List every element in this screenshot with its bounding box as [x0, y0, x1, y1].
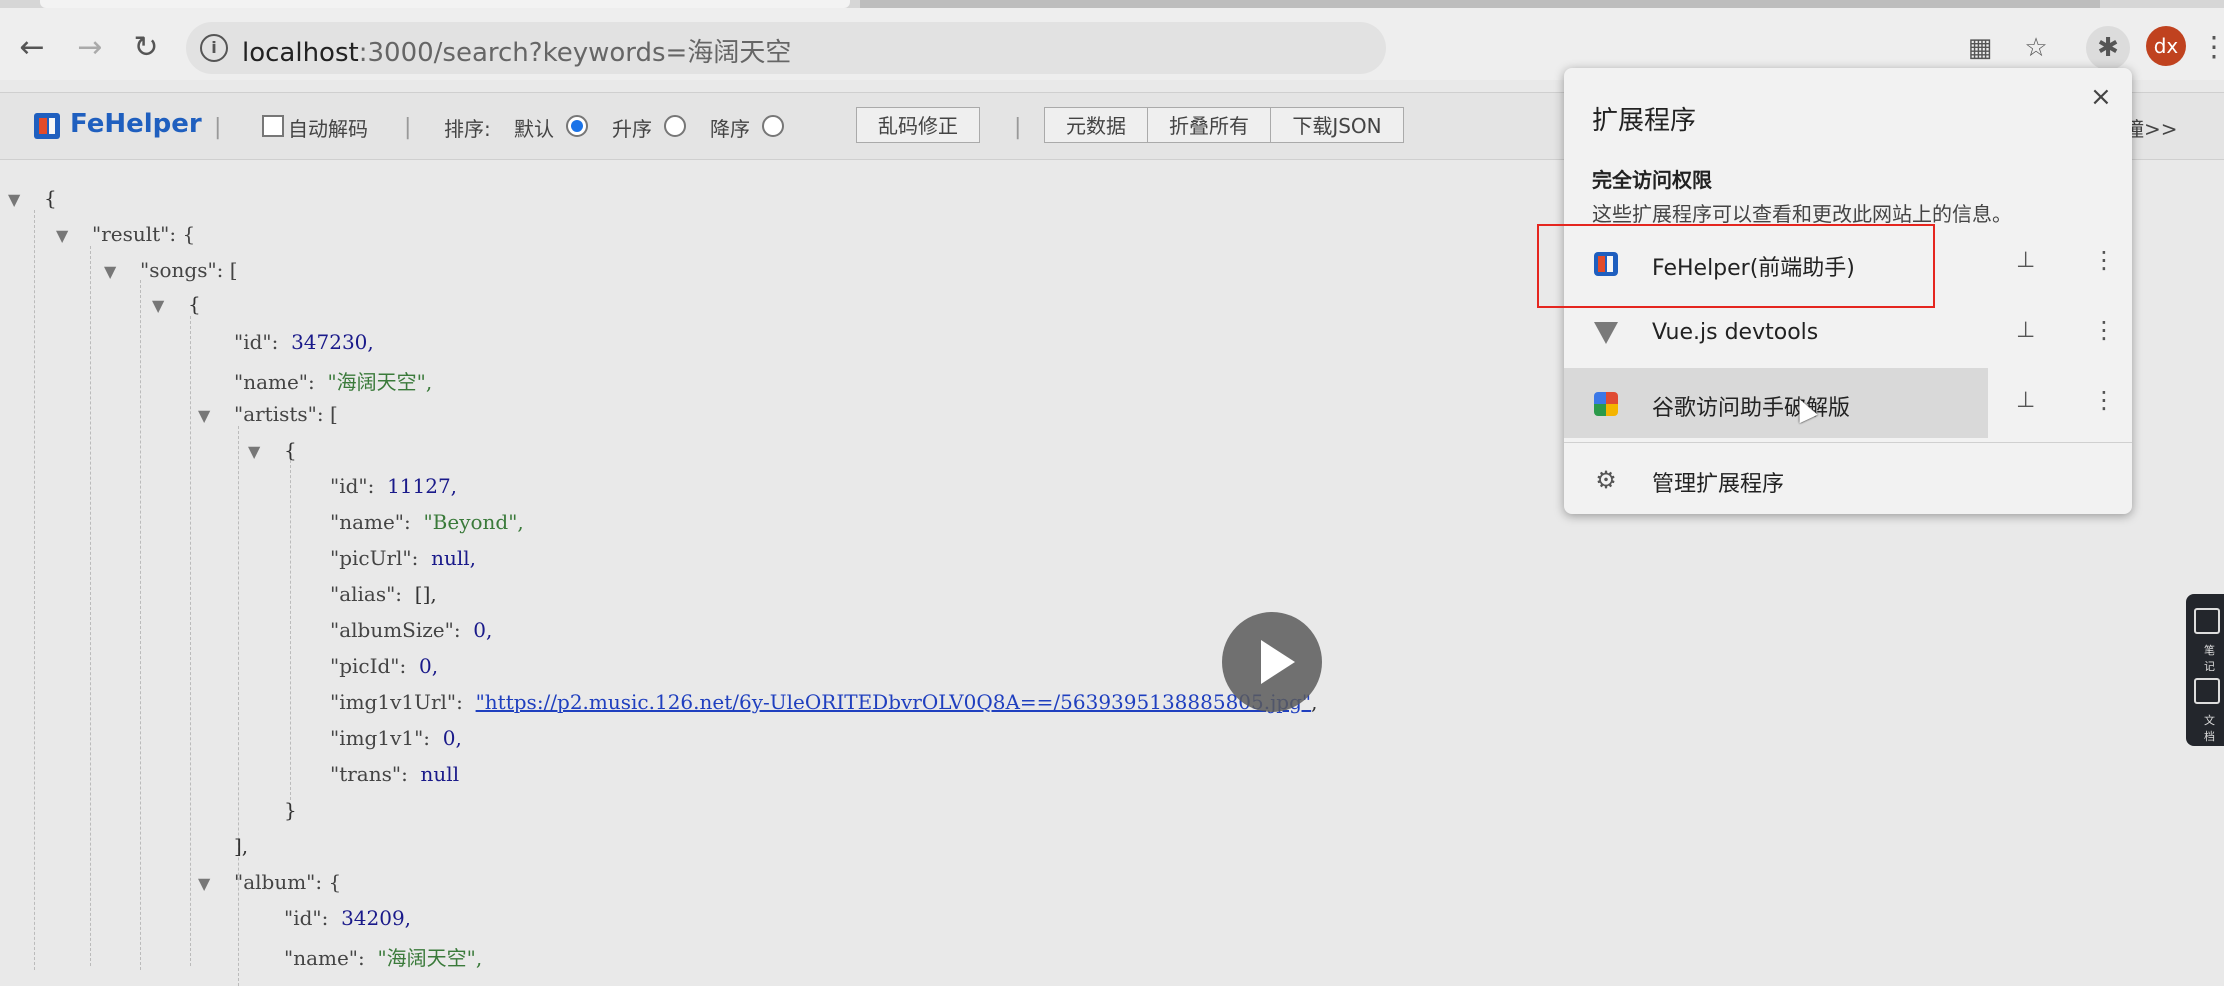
sort-asc-radio[interactable]	[664, 115, 686, 137]
json-line: "picUrl": null,	[330, 546, 476, 570]
star-icon[interactable]: ☆	[2018, 30, 2054, 66]
extension-item-vue-devtools[interactable]: Vue.js devtools ⊥ ⋮	[1564, 298, 2132, 368]
vue-icon	[1594, 322, 1618, 344]
pin-icon[interactable]: ⊥	[2016, 318, 2035, 343]
active-tab[interactable]	[40, 0, 850, 8]
google-helper-icon	[1594, 392, 1618, 416]
avatar[interactable]: dx	[2146, 26, 2186, 66]
full-access-description: 这些扩展程序可以查看和更改此网站上的信息。	[1592, 202, 2012, 226]
separator: |	[214, 115, 222, 140]
more-options-icon[interactable]: ⋮	[2092, 246, 2116, 274]
indent-guide	[34, 210, 35, 970]
pin-icon[interactable]: ⊥	[2016, 388, 2035, 413]
sort-default-label: 默认	[514, 117, 554, 141]
back-icon[interactable]: ←	[12, 28, 52, 68]
sort-desc-radio[interactable]	[762, 115, 784, 137]
json-line: "album": {	[234, 870, 342, 894]
tab-strip	[0, 0, 2224, 8]
qr-icon[interactable]: ▦	[1962, 30, 1998, 66]
auto-decode-checkbox[interactable]	[262, 115, 284, 137]
json-line: }	[284, 798, 297, 822]
gear-icon: ⚙	[1595, 466, 1617, 494]
collapse-toggle-icon[interactable]: ▼	[56, 226, 68, 245]
json-line: "id": 11127,	[330, 474, 458, 498]
indent-guide	[190, 316, 191, 966]
json-line: "name": "海阔天空",	[284, 946, 483, 970]
doc-icon[interactable]	[2194, 678, 2220, 704]
collapse-toggle-icon[interactable]: ▼	[198, 406, 210, 425]
reload-icon[interactable]: ↻	[126, 28, 166, 68]
separator: |	[1014, 115, 1022, 140]
json-line: "picId": 0,	[330, 654, 439, 678]
json-line: "artists": [	[234, 402, 338, 426]
sort-label: 排序:	[444, 117, 491, 141]
image-url-link[interactable]: "https://p2.music.126.net/6y-UleORITEDbv…	[476, 690, 1312, 714]
json-line: {	[188, 292, 201, 316]
collapse-toggle-icon[interactable]: ▼	[104, 262, 116, 281]
separator: |	[404, 115, 412, 140]
json-line: "songs": [	[140, 258, 238, 282]
json-line: {	[44, 186, 57, 210]
side-toolbar-widget[interactable]: 笔记 文档	[2186, 594, 2224, 746]
forward-icon[interactable]: →	[70, 28, 110, 68]
collapse-toggle-icon[interactable]: ▼	[8, 190, 20, 209]
more-options-icon[interactable]: ⋮	[2092, 386, 2116, 414]
sort-asc-label: 升序	[612, 117, 652, 141]
json-line: "alias": [],	[330, 582, 437, 606]
json-line: "name": "海阔天空",	[234, 370, 433, 394]
full-access-heading: 完全访问权限	[1592, 168, 1712, 192]
divider	[1564, 442, 2132, 443]
sort-default-radio[interactable]	[566, 115, 588, 137]
extensions-title: 扩展程序	[1592, 106, 1697, 136]
video-play-icon[interactable]	[1222, 612, 1322, 712]
url-omnibox[interactable]: i localhost:3000/search?keywords=海阔天空	[186, 22, 1386, 74]
browser-menu-icon[interactable]: ⋮	[2200, 30, 2224, 63]
pin-icon[interactable]: ⊥	[2016, 248, 2035, 273]
info-icon[interactable]: i	[200, 34, 228, 62]
url-text[interactable]: localhost:3000/search?keywords=海阔天空	[242, 32, 791, 69]
json-line: "trans": null	[330, 762, 460, 786]
doc-label: 文档	[2204, 714, 2215, 743]
extension-name: Vue.js devtools	[1652, 320, 1819, 345]
json-line: "name": "Beyond",	[330, 510, 524, 534]
note-icon[interactable]	[2194, 608, 2220, 634]
indent-guide	[238, 426, 239, 986]
json-line: "result": {	[92, 222, 196, 246]
manage-extensions-label: 管理扩展程序	[1652, 472, 1785, 497]
json-line: ],	[234, 834, 249, 858]
extension-name: 谷歌访问助手破解版	[1652, 396, 1851, 421]
collapse-all-button[interactable]: 折叠所有	[1147, 107, 1271, 143]
json-line: "id": 347230,	[234, 330, 374, 354]
json-line: {	[284, 438, 297, 462]
note-label: 笔记	[2204, 644, 2215, 673]
json-line: "albumSize": 0,	[330, 618, 493, 642]
json-line: "img1v1Url": "https://p2.music.126.net/6…	[330, 690, 1318, 714]
metadata-button[interactable]: 元数据	[1044, 107, 1148, 143]
indent-guide	[90, 246, 91, 966]
auto-decode-label: 自动解码	[288, 117, 368, 141]
fehelper-logo-icon	[34, 113, 60, 139]
sort-desc-label: 降序	[710, 117, 750, 141]
close-icon[interactable]: ×	[2090, 82, 2112, 112]
indent-guide	[140, 280, 141, 970]
collapse-toggle-icon[interactable]: ▼	[152, 296, 164, 315]
puzzle-icon[interactable]: ✱	[2086, 26, 2130, 70]
more-options-icon[interactable]: ⋮	[2092, 316, 2116, 344]
manage-extensions-item[interactable]: ⚙ 管理扩展程序	[1564, 444, 2132, 514]
indent-guide	[290, 460, 291, 800]
json-line: "id": 34209,	[284, 906, 412, 930]
highlight-box	[1537, 224, 1935, 308]
json-line: "img1v1": 0,	[330, 726, 462, 750]
fix-encoding-button[interactable]: 乱码修正	[856, 107, 980, 143]
inactive-tab[interactable]	[860, 0, 2100, 8]
collapse-toggle-icon[interactable]: ▼	[248, 442, 260, 461]
fehelper-title: FeHelper	[70, 109, 202, 139]
extension-item-google-helper[interactable]: 谷歌访问助手破解版	[1564, 368, 1988, 438]
more-link[interactable]: 瞳>>	[2124, 113, 2178, 142]
download-json-button[interactable]: 下载JSON	[1270, 107, 1404, 143]
collapse-toggle-icon[interactable]: ▼	[198, 874, 210, 893]
